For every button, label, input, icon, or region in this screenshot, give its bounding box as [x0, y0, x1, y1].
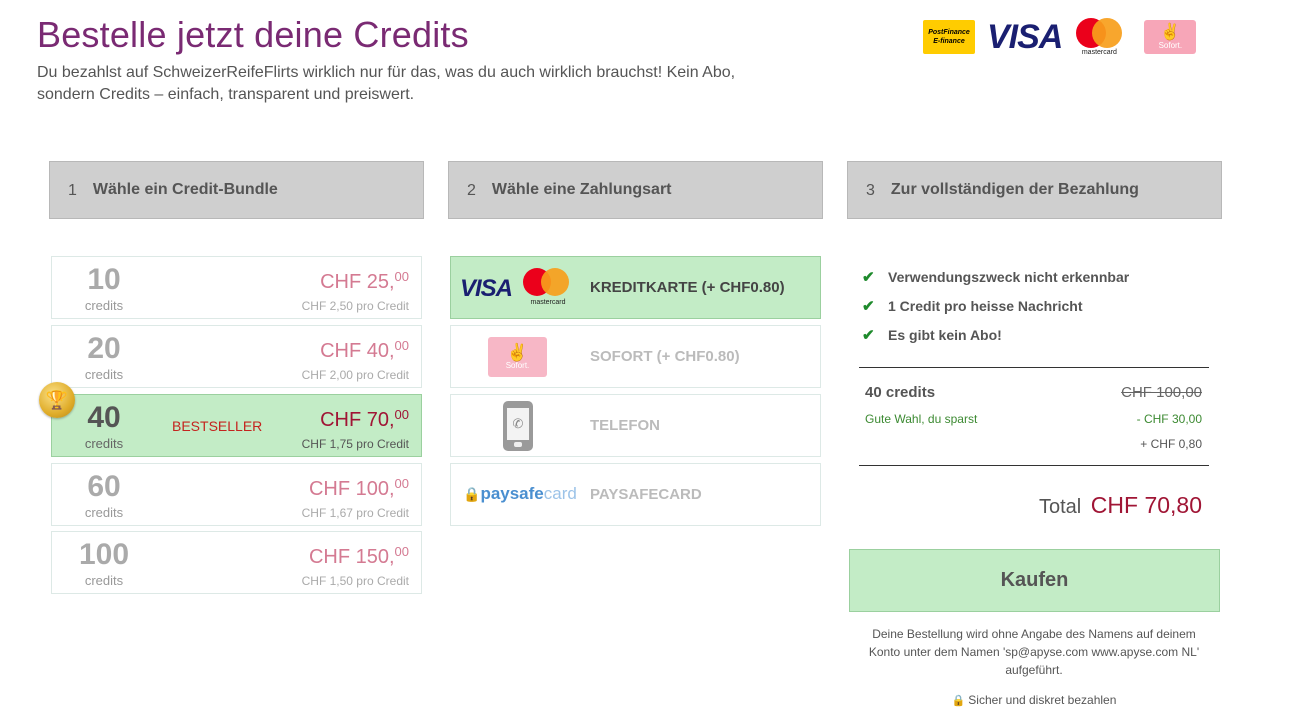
check-icon: ✔ [862, 268, 875, 286]
bundle-qty: 60 [87, 470, 121, 503]
phone-icon: ✆ [503, 401, 533, 451]
sofort-logo: ✌ Sofort. [488, 337, 547, 377]
bundle-option-60[interactable]: 60 credits CHF 100,00 CHF 1,67 pro Credi… [51, 463, 422, 526]
payment-method-label: SOFORT (+ CHF0.80) [590, 348, 740, 365]
bundle-price: CHF 25,00 [320, 269, 409, 293]
bestseller-badge: BESTSELLER [172, 418, 263, 434]
bundle-per-credit: CHF 2,50 pro Credit [301, 299, 409, 313]
divider [859, 367, 1209, 368]
bundle-per-credit: CHF 1,67 pro Credit [301, 506, 409, 520]
step-1-label: Wähle ein Credit-Bundle [92, 181, 278, 198]
step-3-label: Zur vollständigen der Bezahlung [890, 181, 1139, 198]
bundle-option-40[interactable]: 40 credits BESTSELLER CHF 70,00 CHF 1,75… [51, 394, 422, 457]
summary-credits: 40 credits [865, 384, 936, 401]
payment-method-telefon[interactable]: ✆ TELEFON [450, 394, 821, 457]
mastercard-logo: mastercard [523, 268, 573, 306]
payment-method-label: TELEFON [590, 417, 660, 434]
bundle-option-100[interactable]: 100 credits CHF 150,00 CHF 1,50 pro Cred… [51, 531, 422, 594]
payment-method-label: PAYSAFECARD [590, 486, 702, 503]
page-title: Bestelle jetzt deine Credits [37, 14, 469, 55]
bundle-unit: credits [84, 367, 124, 382]
payment-method-creditcard[interactable]: VISA mastercard KREDITKARTE (+ CHF0.80) [450, 256, 821, 319]
order-total: Total CHF 70,80 [1038, 492, 1202, 518]
step-2-header: 2 Wähle eine Zahlungsart [448, 161, 823, 219]
bundle-qty: 10 [87, 263, 121, 296]
summary-fee: + CHF 0,80 [1140, 437, 1202, 451]
bundle-price: CHF 100,00 [308, 476, 409, 500]
trophy-icon: 🏆 [39, 382, 75, 418]
bundle-per-credit: CHF 1,75 pro Credit [301, 437, 409, 451]
lock-icon: 🔒 [463, 486, 481, 502]
visa-logo: VISA [460, 275, 513, 302]
lock-icon: 🔒 [951, 695, 966, 707]
step-3-header: 3 Zur vollständigen der Bezahlung [847, 161, 1222, 219]
step-1-header: 1 Wähle ein Credit-Bundle [49, 161, 424, 219]
bundle-unit: credits [84, 505, 124, 520]
benefit-item: ✔ Verwendungszweck nicht erkennbar [862, 268, 1130, 286]
summary-savings-label: Gute Wahl, du sparst [865, 412, 978, 426]
bundle-option-20[interactable]: 20 credits CHF 40,00 CHF 2,00 pro Credit [51, 325, 422, 388]
bundle-price: CHF 40,00 [320, 338, 409, 362]
postfinance-logo: PostFinance E-finance [923, 20, 975, 54]
visa-logo: VISA [987, 17, 1063, 56]
sofort-logo: ✌ Sofort. [1144, 20, 1197, 54]
summary-original-price: CHF 100,00 [1121, 384, 1202, 401]
secure-payment-note: 🔒 Sicher und diskret bezahlen [951, 693, 1117, 707]
payment-logos: PostFinance E-finance VISA mastercard ✌ … [923, 17, 1197, 56]
bundle-unit: credits [84, 573, 124, 588]
bundle-qty: 100 [78, 538, 130, 571]
payment-method-paysafecard[interactable]: 🔒paysafecard PAYSAFECARD [450, 463, 821, 526]
summary-savings-value: - CHF 30,00 [1136, 412, 1202, 426]
bundle-unit: credits [84, 436, 124, 451]
bundle-unit: credits [84, 298, 124, 313]
bundle-price: CHF 70,00 [320, 407, 409, 431]
check-icon: ✔ [862, 326, 875, 344]
mastercard-logo: mastercard [1074, 18, 1124, 56]
benefits-list: ✔ Verwendungszweck nicht erkennbar ✔ 1 C… [862, 262, 1129, 349]
bundle-per-credit: CHF 2,00 pro Credit [301, 368, 409, 382]
payment-method-sofort[interactable]: ✌ Sofort. SOFORT (+ CHF0.80) [450, 325, 821, 388]
bundle-qty: 40 [87, 401, 121, 434]
bundle-price: CHF 150,00 [308, 544, 409, 568]
bundle-option-10[interactable]: 10 credits CHF 25,00 CHF 2,50 pro Credit [51, 256, 422, 319]
buy-button[interactable]: Kaufen [849, 549, 1220, 612]
benefit-item: ✔ Es gibt kein Abo! [862, 326, 1002, 344]
benefit-item: ✔ 1 Credit pro heisse Nachricht [862, 297, 1083, 315]
sofort-hand-icon: ✌ [1160, 23, 1181, 41]
total-amount: CHF 70,80 [1090, 492, 1202, 518]
payment-method-label: KREDITKARTE (+ CHF0.80) [590, 279, 785, 296]
bundle-per-credit: CHF 1,50 pro Credit [301, 574, 409, 588]
divider [859, 465, 1209, 466]
bundle-qty: 20 [87, 332, 121, 365]
step-2-label: Wähle eine Zahlungsart [491, 181, 672, 198]
billing-note: Deine Bestellung wird ohne Angabe des Na… [868, 627, 1200, 677]
paysafecard-logo: 🔒paysafecard [463, 484, 577, 503]
check-icon: ✔ [862, 297, 875, 315]
page-subtitle: Du bezahlst auf SchweizerReifeFlirts wir… [37, 64, 736, 103]
